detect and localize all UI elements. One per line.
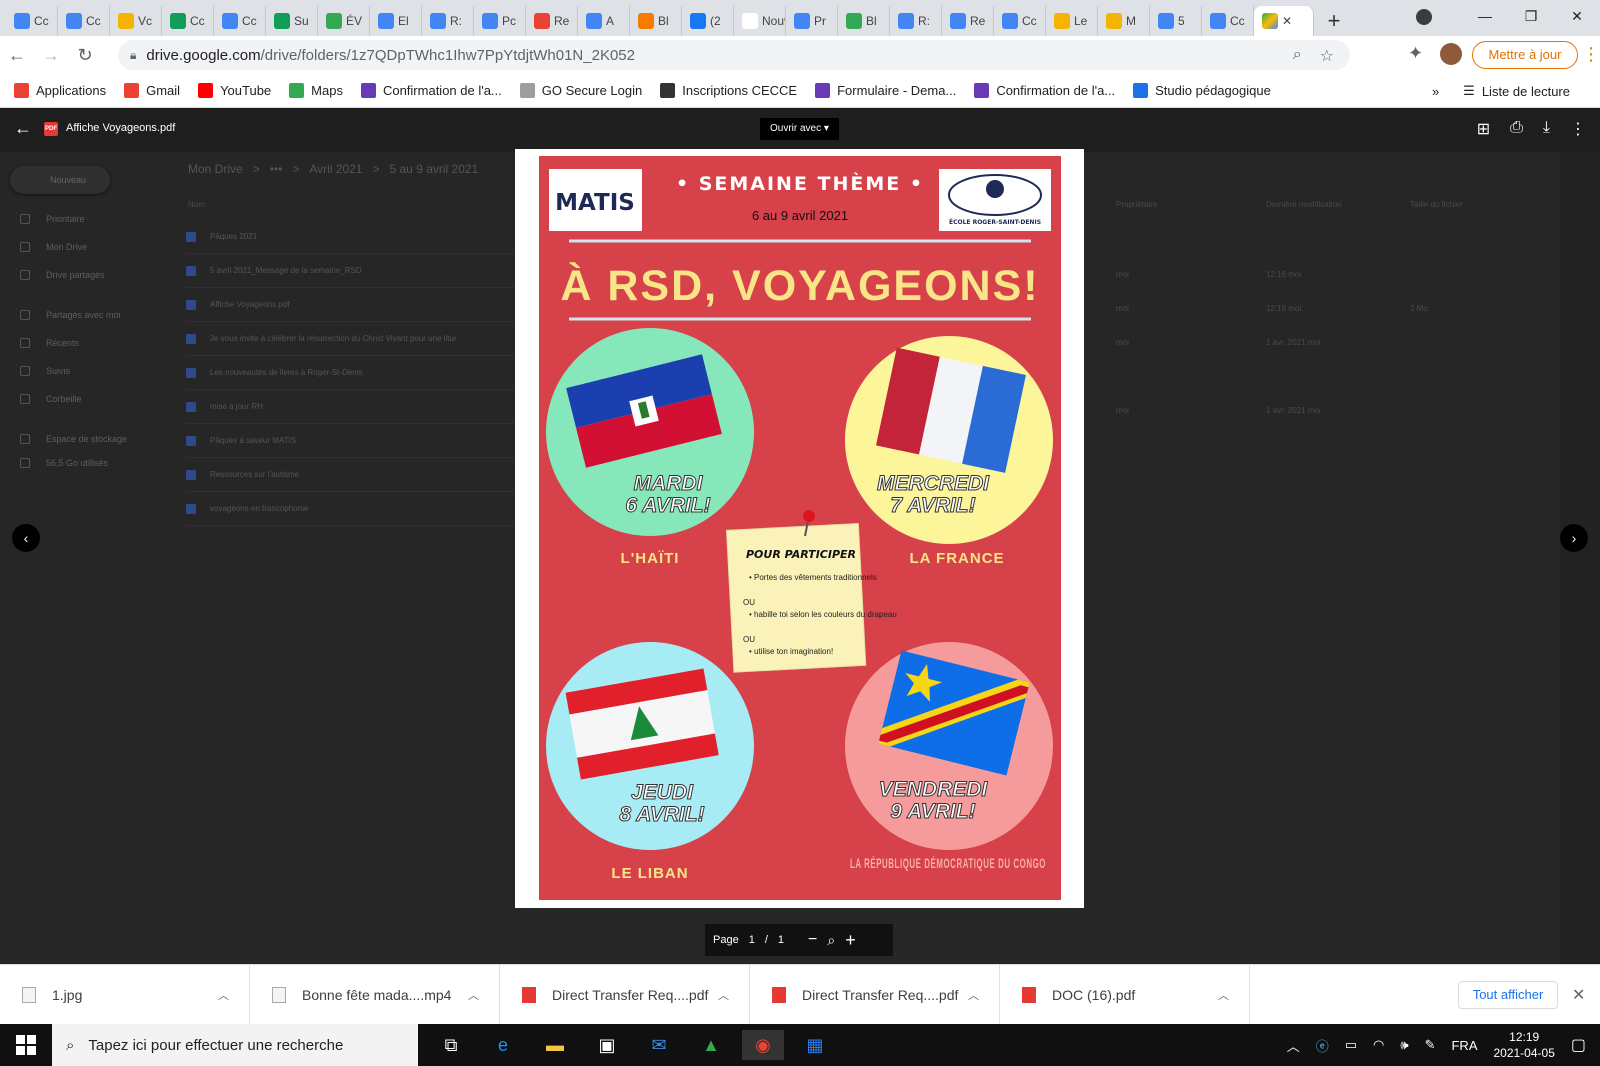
show-hidden-icons-icon[interactable]: ︿ [1287, 1036, 1300, 1055]
download-file-name: Direct Transfer Req....pdf [552, 987, 709, 1003]
show-all-downloads-button[interactable]: Tout afficher [1458, 981, 1558, 1009]
downloads-bar: 1.jpg ︿ Bonne fête mada....mp4 ︿ Direct Tran… [0, 964, 1600, 1025]
download-menu-chevron-icon[interactable]: ︿ [968, 987, 979, 1003]
download-file-icon [22, 987, 36, 1003]
wifi-icon[interactable]: ◠ [1373, 1037, 1384, 1053]
photos-icon[interactable]: ▦ [794, 1030, 836, 1060]
download-item[interactable]: Bonne fête mada....mp4 ︿ [250, 965, 500, 1025]
notifications-icon[interactable]: ▢ [1571, 1035, 1586, 1055]
day-name-label: MARDI [634, 472, 704, 495]
day-date-label: 9 AVRIL! [890, 800, 975, 823]
system-tray: ︿ ⓔ ▭ ◠ 🕪︎ ✎ FRA 12:19 2021-04-05 ▢ [1287, 1024, 1600, 1066]
edge-tray-icon[interactable]: ⓔ [1316, 1036, 1329, 1055]
download-file-icon [272, 987, 286, 1003]
note-title: POUR PARTICIPER [746, 548, 856, 561]
windows-start-icon[interactable] [16, 1035, 36, 1055]
download-file-name: 1.jpg [52, 987, 83, 1003]
zoom-in-icon[interactable]: + [845, 930, 856, 951]
page-separator: / [764, 934, 768, 946]
note-item-2: • habille toi selon les couleurs du drap… [749, 610, 897, 619]
google-drive-icon[interactable]: ▲ [690, 1030, 732, 1060]
download-item[interactable]: 1.jpg ︿ [0, 965, 250, 1025]
note-or-2: OU [743, 635, 755, 644]
store-icon[interactable]: ▣ [586, 1030, 628, 1060]
day-name-label: VENDREDI [879, 778, 989, 801]
note-item-1: • Portes des vêtements traditionnels [749, 573, 877, 582]
theme-dates: 6 au 9 avril 2021 [752, 208, 848, 223]
clock[interactable]: 12:19 2021-04-05 [1493, 1029, 1554, 1061]
chrome-icon[interactable]: ◉ [742, 1030, 784, 1060]
country-label: LA FRANCE [909, 550, 1004, 567]
note-or-1: OU [743, 598, 755, 607]
download-file-name: Bonne fête mada....mp4 [302, 987, 452, 1003]
country-label: L'HAÏTI [621, 550, 680, 567]
battery-icon[interactable]: ▭ [1345, 1037, 1357, 1053]
page-label: Page [713, 934, 739, 946]
poster-artwork: .tt{font-family:"DejaVu Sans",sans-serif… [546, 169, 1053, 882]
file-explorer-icon[interactable]: ▬ [534, 1030, 576, 1060]
clock-time: 12:19 [1509, 1030, 1540, 1044]
school-logo-text: ÉCOLE ROGER-SAINT-DENIS [949, 218, 1041, 226]
country-label: LA RÉPUBLIQUE DÉMOCRATIQUE DU CONGO [850, 855, 1046, 871]
country-label: LE LIBAN [611, 865, 688, 882]
download-item[interactable]: DOC (16).pdf ︿ [1000, 965, 1250, 1025]
day-name-label: JEUDI [631, 781, 694, 804]
download-menu-chevron-icon[interactable]: ︿ [1218, 987, 1229, 1003]
day-date-label: 7 AVRIL! [890, 494, 975, 517]
clock-date: 2021-04-05 [1493, 1046, 1555, 1060]
theme-title: • SEMAINE THÈME • [676, 172, 924, 195]
download-item[interactable]: Direct Transfer Req....pdf ︿ [750, 965, 1000, 1025]
day-name-label: MERCREDI [877, 472, 990, 495]
volume-icon[interactable]: 🕪︎ [1400, 1037, 1408, 1053]
day-date-label: 8 AVRIL! [619, 803, 704, 826]
day-date-label: 6 AVRIL! [625, 494, 710, 517]
zoom-fit-icon[interactable]: ⌕ [827, 932, 835, 949]
page-total: 1 [777, 934, 785, 946]
mail-icon[interactable]: ✉ [638, 1030, 680, 1060]
close-downloads-icon[interactable]: ✕ [1572, 985, 1585, 1005]
edge-icon[interactable]: e [482, 1030, 524, 1060]
windows-taskbar: ⌕ Tapez ici pour effectuer une recherche… [0, 1024, 1600, 1066]
zoom-out-icon[interactable]: − [808, 931, 817, 949]
download-file-icon [522, 987, 536, 1003]
download-menu-chevron-icon[interactable]: ︿ [218, 987, 229, 1003]
taskbar-search[interactable]: ⌕ Tapez ici pour effectuer une recherche [52, 1024, 418, 1066]
headline: À RSD, VOYAGEONS! [560, 262, 1039, 310]
push-pin-icon [803, 510, 815, 522]
download-menu-chevron-icon[interactable]: ︿ [468, 987, 479, 1003]
matis-logo-text: MATIS [555, 190, 635, 216]
download-menu-chevron-icon[interactable]: ︿ [718, 987, 729, 1003]
page-controls: Page 1 / 1 − ⌕ + [705, 924, 893, 956]
search-icon: ⌕ [66, 1036, 75, 1054]
language-indicator[interactable]: FRA [1451, 1038, 1477, 1053]
taskbar-search-placeholder: Tapez ici pour effectuer une recherche [88, 1036, 344, 1054]
task-view-icon[interactable]: ⧉ [430, 1030, 472, 1060]
page-current-input[interactable]: 1 [749, 934, 755, 946]
download-file-icon [772, 987, 786, 1003]
pen-icon[interactable]: ✎ [1425, 1037, 1436, 1053]
download-item[interactable]: Direct Transfer Req....pdf ︿ [500, 965, 750, 1025]
note-item-3: • utilise ton imagination! [749, 647, 833, 656]
download-file-name: Direct Transfer Req....pdf [802, 987, 959, 1003]
download-file-icon [1022, 987, 1036, 1003]
download-file-name: DOC (16).pdf [1052, 987, 1136, 1003]
school-logo-eye [986, 180, 1004, 198]
